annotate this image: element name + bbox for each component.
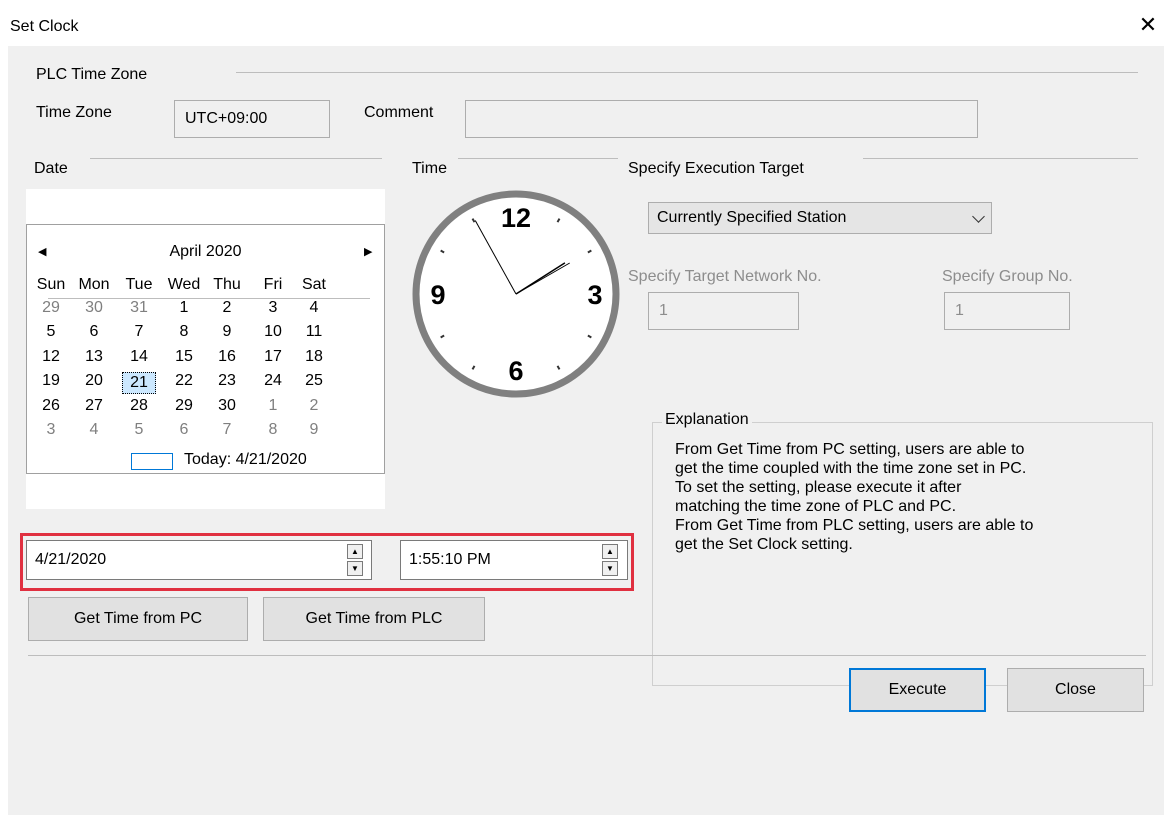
weekday-header: Fri bbox=[263, 276, 283, 293]
plc-time-zone-heading: PLC Time Zone bbox=[36, 66, 148, 83]
calendar-day[interactable]: 14 bbox=[122, 348, 156, 366]
highlight-frame bbox=[20, 533, 634, 591]
calendar-month-title[interactable]: April 2020 bbox=[26, 243, 385, 261]
clock-numeral-12: 12 bbox=[501, 203, 531, 233]
calendar-day[interactable]: 20 bbox=[77, 372, 111, 390]
calendar-day[interactable]: 24 bbox=[256, 372, 290, 390]
today-marker-icon[interactable] bbox=[131, 453, 173, 470]
calendar-day[interactable]: 15 bbox=[167, 348, 201, 366]
calendar-day[interactable]: 9 bbox=[297, 421, 331, 439]
calendar-day[interactable]: 2 bbox=[210, 299, 244, 317]
calendar-day[interactable]: 3 bbox=[256, 299, 290, 317]
target-network-label: Specify Target Network No. bbox=[628, 268, 822, 285]
calendar-day[interactable]: 8 bbox=[256, 421, 290, 439]
calendar-day-selected[interactable]: 21 bbox=[122, 372, 156, 395]
explanation-line: From Get Time from PLC setting, users ar… bbox=[675, 517, 1034, 534]
explanation-line: matching the time zone of PLC and PC. bbox=[675, 498, 957, 515]
calendar-day[interactable]: 30 bbox=[210, 397, 244, 415]
analog-clock: 12 3 6 9 bbox=[412, 190, 620, 398]
chevron-down-icon bbox=[972, 210, 985, 223]
calendar-day[interactable]: 30 bbox=[77, 299, 111, 317]
calendar-day[interactable]: 27 bbox=[77, 397, 111, 415]
clock-numeral-3: 3 bbox=[587, 280, 602, 310]
group-number-field: 1 bbox=[944, 292, 1070, 330]
calendar-day[interactable]: 10 bbox=[256, 323, 290, 341]
window-title: Set Clock bbox=[10, 18, 79, 35]
group-number-value: 1 bbox=[955, 302, 964, 319]
month-calendar[interactable]: ◀ ▶ April 2020 Sun Mon Tue Wed Thu Fri Sat 29 3… bbox=[26, 189, 385, 509]
weekday-header: Wed bbox=[167, 276, 201, 293]
calendar-day[interactable]: 2 bbox=[297, 397, 331, 415]
close-button[interactable]: Close bbox=[1007, 668, 1144, 712]
calendar-day[interactable]: 7 bbox=[210, 421, 244, 439]
execution-target-selected: Currently Specified Station bbox=[657, 209, 847, 226]
get-time-from-plc-button[interactable]: Get Time from PLC bbox=[263, 597, 485, 641]
time-zone-field: UTC+09:00 bbox=[174, 100, 330, 138]
explanation-line: To set the setting, please execute it af… bbox=[675, 479, 962, 496]
calendar-day[interactable]: 29 bbox=[167, 397, 201, 415]
clock-numeral-9: 9 bbox=[430, 280, 445, 310]
group-number-label: Specify Group No. bbox=[942, 268, 1073, 285]
weekday-header: Sun bbox=[36, 276, 66, 293]
weekday-header: Sat bbox=[301, 276, 326, 293]
calendar-day[interactable]: 5 bbox=[34, 323, 68, 341]
explanation-text: From Get Time from PC setting, users are… bbox=[675, 440, 1145, 554]
execution-target-dropdown[interactable]: Currently Specified Station bbox=[648, 202, 992, 234]
calendar-day[interactable]: 5 bbox=[122, 421, 156, 439]
calendar-day[interactable]: 19 bbox=[34, 372, 68, 390]
comment-field bbox=[465, 100, 978, 138]
calendar-day[interactable]: 1 bbox=[167, 299, 201, 317]
close-icon[interactable]: ✕ bbox=[1137, 14, 1159, 36]
group-divider bbox=[236, 72, 1138, 73]
calendar-day[interactable]: 26 bbox=[34, 397, 68, 415]
calendar-day[interactable]: 3 bbox=[34, 421, 68, 439]
date-divider bbox=[90, 158, 382, 159]
target-network-field: 1 bbox=[648, 292, 799, 330]
calendar-day[interactable]: 31 bbox=[122, 299, 156, 317]
time-divider bbox=[458, 158, 618, 159]
explanation-line: get the time coupled with the time zone … bbox=[675, 460, 1027, 477]
calendar-day[interactable]: 9 bbox=[210, 323, 244, 341]
time-zone-label: Time Zone bbox=[36, 104, 112, 121]
time-zone-value: UTC+09:00 bbox=[185, 110, 268, 127]
calendar-day[interactable]: 29 bbox=[34, 299, 68, 317]
target-network-value: 1 bbox=[659, 302, 668, 319]
calendar-day[interactable]: 22 bbox=[167, 372, 201, 390]
time-heading: Time bbox=[412, 160, 447, 177]
calendar-day[interactable]: 1 bbox=[256, 397, 290, 415]
calendar-day[interactable]: 8 bbox=[167, 323, 201, 341]
weekday-header: Tue bbox=[125, 276, 153, 293]
clock-numeral-6: 6 bbox=[508, 356, 523, 386]
calendar-day[interactable]: 7 bbox=[122, 323, 156, 341]
calendar-day[interactable]: 25 bbox=[297, 372, 331, 390]
date-heading: Date bbox=[34, 160, 68, 177]
calendar-day[interactable]: 18 bbox=[297, 348, 331, 366]
get-time-from-pc-button[interactable]: Get Time from PC bbox=[28, 597, 248, 641]
calendar-day[interactable]: 16 bbox=[210, 348, 244, 366]
calendar-day[interactable]: 4 bbox=[297, 299, 331, 317]
explanation-line: From Get Time from PC setting, users are… bbox=[675, 441, 1025, 458]
calendar-day[interactable]: 6 bbox=[167, 421, 201, 439]
explanation-line: get the Set Clock setting. bbox=[675, 536, 853, 553]
calendar-day[interactable]: 4 bbox=[77, 421, 111, 439]
execution-target-heading: Specify Execution Target bbox=[628, 160, 804, 177]
calendar-day[interactable]: 11 bbox=[297, 323, 331, 341]
weekday-header: Mon bbox=[78, 276, 110, 293]
dialog-body: PLC Time Zone Time Zone UTC+09:00 Commen… bbox=[8, 46, 1164, 815]
explanation-heading: Explanation bbox=[662, 411, 752, 429]
execute-button[interactable]: Execute bbox=[849, 668, 986, 712]
calendar-day[interactable]: 17 bbox=[256, 348, 290, 366]
bottom-divider bbox=[28, 655, 1146, 656]
calendar-day[interactable]: 23 bbox=[210, 372, 244, 390]
target-divider bbox=[863, 158, 1138, 159]
calendar-day[interactable]: 13 bbox=[77, 348, 111, 366]
calendar-day[interactable]: 28 bbox=[122, 397, 156, 415]
today-link[interactable]: Today: 4/21/2020 bbox=[184, 451, 307, 469]
comment-label: Comment bbox=[364, 104, 434, 121]
calendar-day[interactable]: 6 bbox=[77, 323, 111, 341]
weekday-header: Thu bbox=[213, 276, 241, 293]
calendar-day[interactable]: 12 bbox=[34, 348, 68, 366]
